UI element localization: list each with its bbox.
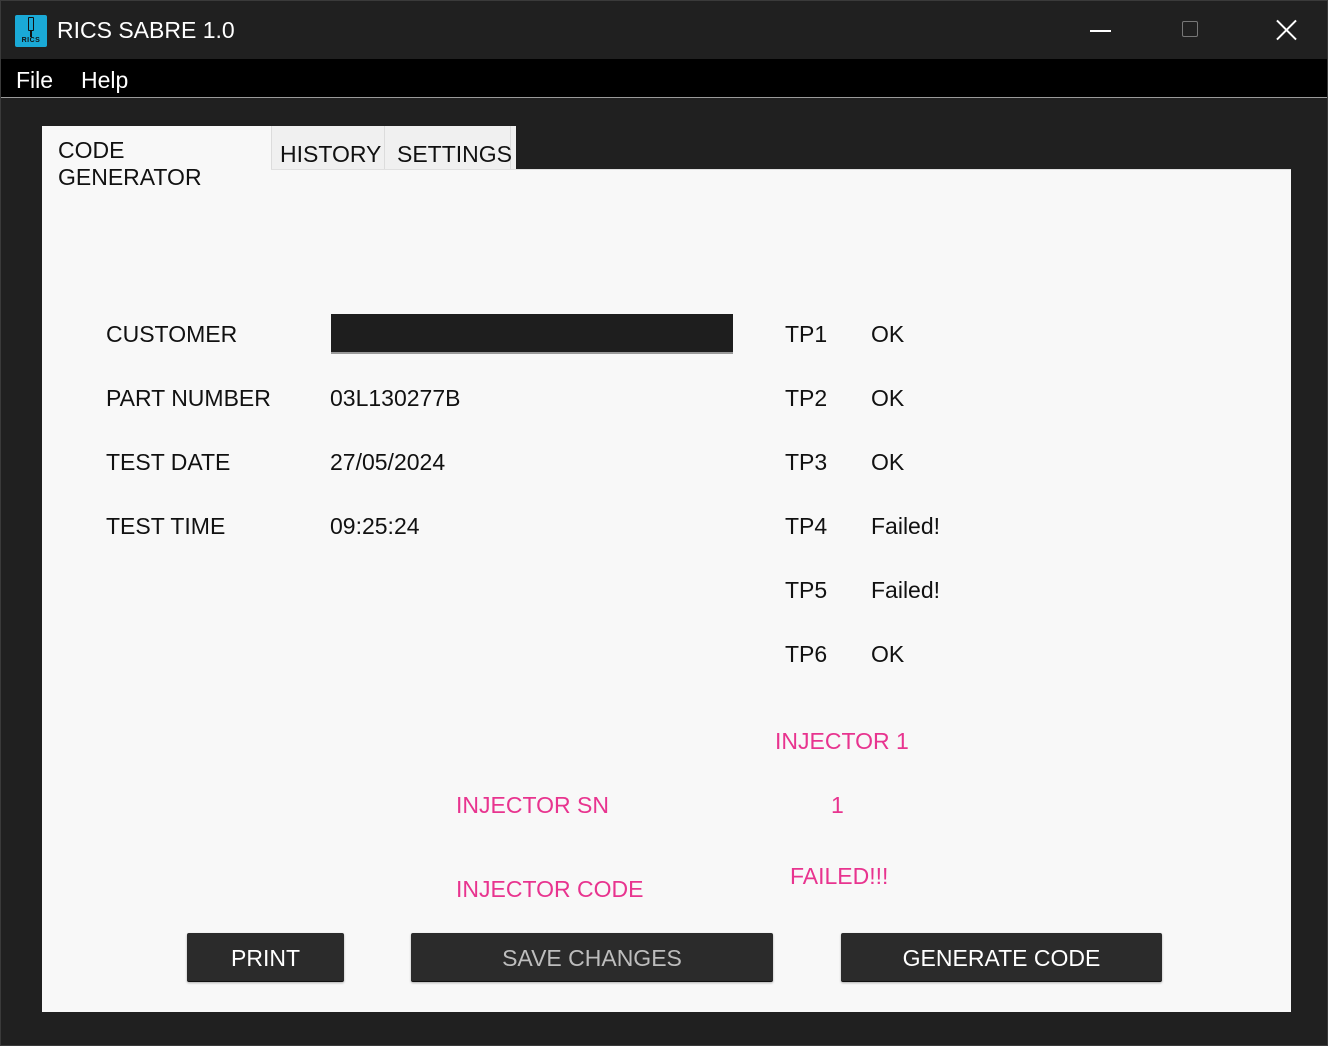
part-number-value: 03L130277B [330, 385, 461, 411]
tp5-label: TP5 [785, 577, 828, 603]
tp1-label: TP1 [785, 321, 828, 347]
customer-input[interactable] [331, 314, 733, 354]
injector-code-label: INJECTOR CODE [456, 876, 644, 902]
menu-help[interactable]: Help [81, 67, 128, 94]
test-date-value: 27/05/2024 [330, 449, 446, 475]
window-title: RICS SABRE 1.0 [57, 17, 235, 43]
test-time-value: 09:25:24 [330, 513, 420, 539]
tab-history-label: HISTORY [280, 141, 382, 167]
tab-history[interactable]: HISTORY [271, 126, 384, 173]
tp3-label: TP3 [785, 449, 828, 475]
tp2-status: OK [871, 385, 905, 411]
tp2-label: TP2 [785, 385, 828, 411]
code-generator-panel [42, 169, 1291, 1012]
test-time-label: TEST TIME [106, 513, 226, 539]
injector-heading: INJECTOR 1 [775, 728, 909, 754]
tp5-status: Failed! [871, 577, 941, 603]
print-button[interactable]: PRINT [187, 933, 344, 982]
customer-label: CUSTOMER [106, 321, 238, 347]
tp6-label: TP6 [785, 641, 828, 667]
injector-sn-label: INJECTOR SN [456, 792, 609, 818]
tp1-status: OK [871, 321, 905, 347]
tab-settings-label: SETTINGS [397, 141, 513, 167]
save-changes-button[interactable]: SAVE CHANGES [411, 933, 773, 982]
tp4-label: TP4 [785, 513, 828, 539]
tab-code-generator-label: CODE GENERATOR [58, 137, 202, 190]
rics-logo-icon: RICS [15, 15, 47, 47]
injector-code-value: FAILED!!! [790, 863, 889, 889]
tp6-status: OK [871, 641, 905, 667]
menu-bar: File Help [1, 59, 1327, 98]
title-bar[interactable]: RICS RICS SABRE 1.0 [1, 1, 1327, 59]
tp3-status: OK [871, 449, 905, 475]
injector-sn-value: 1 [831, 792, 844, 818]
tab-code-generator[interactable]: CODE GENERATOR [42, 126, 271, 190]
test-date-label: TEST DATE [106, 449, 231, 475]
maximize-icon[interactable] [1145, 1, 1235, 59]
app-window: RICS RICS SABRE 1.0 File Help CODE GENER… [0, 0, 1328, 1046]
tp4-status: Failed! [871, 513, 941, 539]
tab-settings[interactable]: SETTINGS [384, 126, 513, 173]
minimize-icon[interactable] [1055, 1, 1145, 59]
menu-file[interactable]: File [16, 67, 53, 94]
close-icon[interactable] [1235, 1, 1325, 59]
generate-code-button[interactable]: GENERATE CODE [841, 933, 1162, 982]
part-number-label: PART NUMBER [106, 385, 271, 411]
